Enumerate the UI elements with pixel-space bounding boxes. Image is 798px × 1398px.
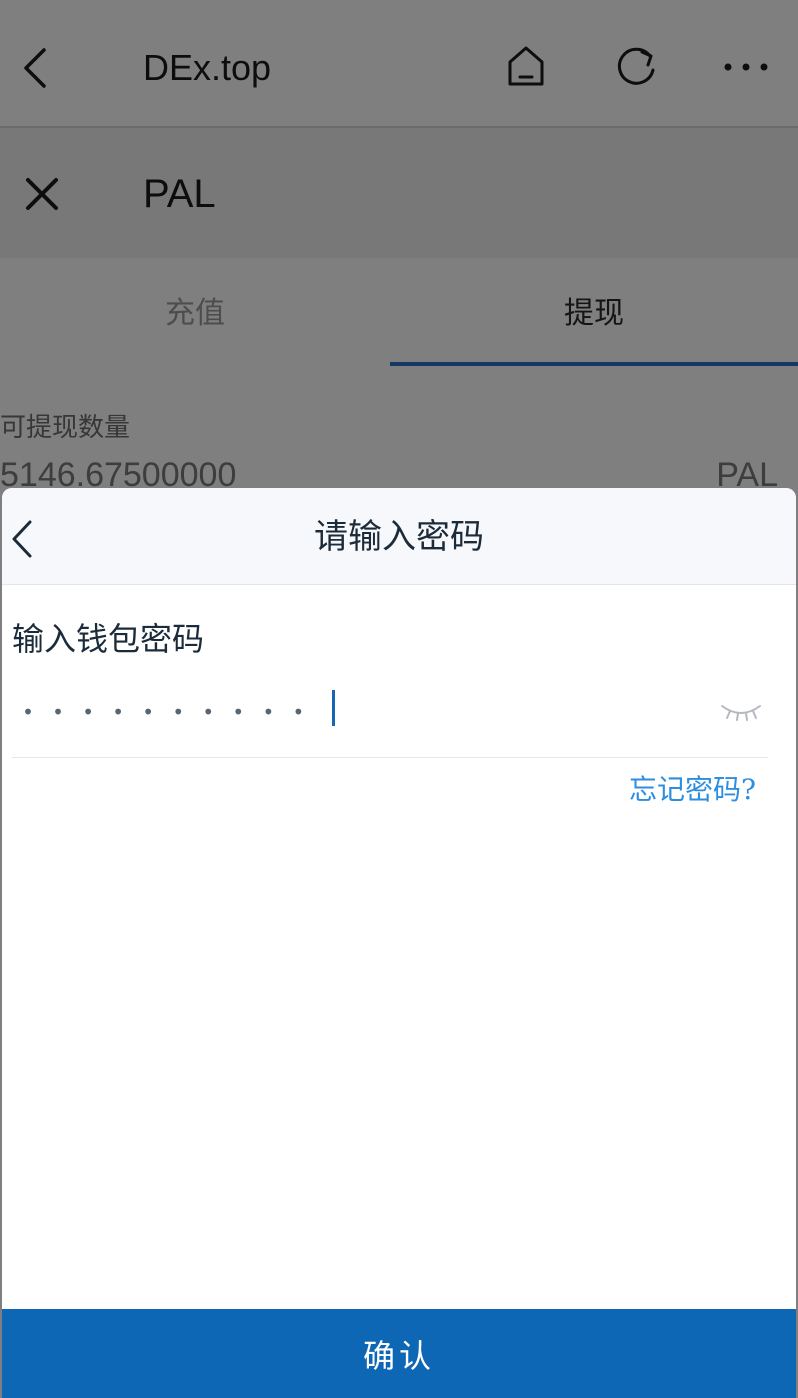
modal-header: 请输入密码: [2, 488, 796, 585]
password-input[interactable]: [22, 690, 622, 734]
wallet-password-label: 输入钱包密码: [12, 620, 205, 658]
text-caret: [332, 690, 335, 726]
forgot-password-link[interactable]: 忘记密码?: [629, 768, 756, 812]
password-field: [12, 680, 768, 758]
eye-closed-icon[interactable]: [718, 698, 764, 724]
modal-title: 请输入密码: [314, 517, 484, 557]
confirm-button[interactable]: 确认: [2, 1309, 796, 1398]
password-modal: 请输入密码 输入钱包密码 忘记密码? 确认: [2, 488, 796, 1398]
app-screen: DEx.top: [0, 0, 798, 1398]
